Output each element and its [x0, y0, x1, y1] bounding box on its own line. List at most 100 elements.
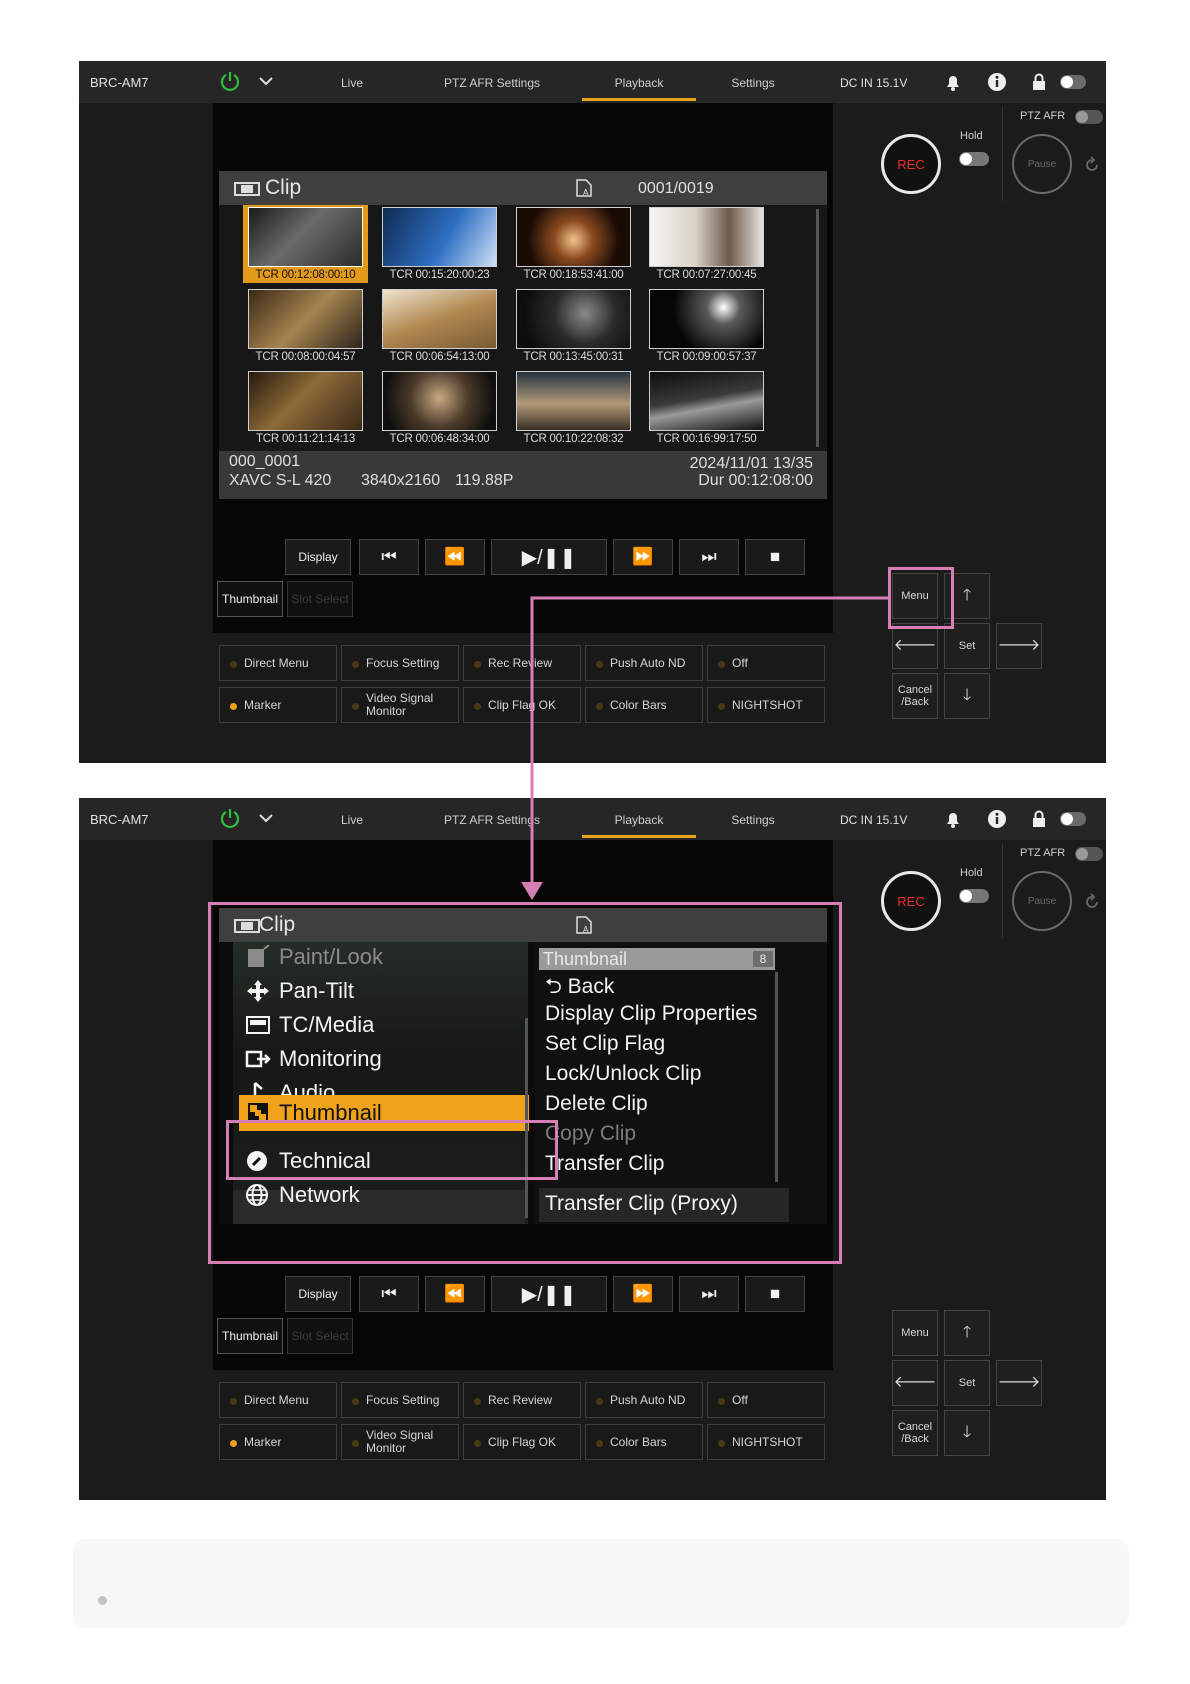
- play-pause-button[interactable]: ▶/❚❚: [491, 539, 607, 575]
- left-arrow-button[interactable]: 🡐: [892, 623, 938, 669]
- thumbnail-item[interactable]: TCR 00:13:45:00:31: [511, 287, 636, 365]
- status-dot: [596, 661, 603, 668]
- chevron-down-icon[interactable]: [257, 73, 275, 89]
- info-icon[interactable]: [987, 72, 1007, 92]
- function-button-nightshot[interactable]: NIGHTSHOT: [707, 687, 825, 723]
- thumbnail-item[interactable]: TCR 00:06:48:34:00: [377, 369, 502, 447]
- tab-ptz-afr-settings[interactable]: PTZ AFR Settings: [444, 813, 540, 827]
- refresh-icon[interactable]: [1082, 155, 1102, 175]
- right-arrow-button[interactable]: 🡒: [996, 1360, 1042, 1406]
- fast-forward-button[interactable]: ⏩: [613, 539, 673, 575]
- thumbnail-item[interactable]: TCR 00:08:00:04:57: [243, 287, 368, 365]
- thumbnail-item[interactable]: TCR 00:15:20:00:23: [377, 205, 502, 283]
- display-button[interactable]: Display: [285, 1276, 351, 1312]
- tab-playback[interactable]: Playback: [615, 813, 664, 827]
- function-button-clip-flag-ok[interactable]: Clip Flag OK: [463, 687, 581, 723]
- rewind-button[interactable]: ⏪: [425, 539, 485, 575]
- function-button-marker[interactable]: Marker: [219, 687, 337, 723]
- thumbnail-button[interactable]: Thumbnail: [217, 581, 283, 617]
- skip-next-button[interactable]: ⏭: [679, 1276, 739, 1312]
- stop-button[interactable]: ■: [745, 1276, 805, 1312]
- cancel-back-button[interactable]: Cancel /Back: [892, 1410, 938, 1456]
- menu-button[interactable]: Menu: [892, 1310, 938, 1356]
- thumbnail-grid: TCR 00:12:08:00:10 TCR 00:15:20:00:23 TC…: [219, 205, 827, 451]
- right-arrow-button[interactable]: 🡒: [996, 623, 1042, 669]
- function-button-push-auto-nd[interactable]: Push Auto ND: [585, 645, 703, 681]
- slot-select-button[interactable]: Slot Select: [287, 1318, 353, 1354]
- rec-button[interactable]: REC: [881, 871, 941, 931]
- left-arrow-button[interactable]: 🡐: [892, 1360, 938, 1406]
- thumbnail-item[interactable]: TCR 00:09:00:57:37: [644, 287, 769, 365]
- set-button[interactable]: Set: [944, 1360, 990, 1406]
- top-bar: BRC-AM7 Live PTZ AFR Settings Playback S…: [79, 798, 1106, 840]
- tab-ptz-afr-settings[interactable]: PTZ AFR Settings: [444, 76, 540, 90]
- pause-button[interactable]: Pause: [1012, 134, 1072, 194]
- rewind-button[interactable]: ⏪: [425, 1276, 485, 1312]
- stop-button[interactable]: ■: [745, 539, 805, 575]
- function-button-video-signal-monitor[interactable]: Video Signal Monitor: [341, 687, 459, 723]
- thumbnail-item[interactable]: TCR 00:16:99:17:50: [644, 369, 769, 447]
- thumbnail-item[interactable]: TCR 00:06:54:13:00: [377, 287, 502, 365]
- function-button-push-auto-nd[interactable]: Push Auto ND: [585, 1382, 703, 1418]
- function-button-video-signal-monitor[interactable]: Video Signal Monitor: [341, 1424, 459, 1460]
- function-button-nightshot[interactable]: NIGHTSHOT: [707, 1424, 825, 1460]
- hold-toggle[interactable]: [959, 889, 989, 903]
- bell-icon[interactable]: [943, 809, 963, 829]
- slot-select-button[interactable]: Slot Select: [287, 581, 353, 617]
- hold-toggle[interactable]: [959, 152, 989, 166]
- skip-previous-button[interactable]: ⏮: [359, 1276, 419, 1312]
- rec-button[interactable]: REC: [881, 134, 941, 194]
- up-arrow-button[interactable]: 🡑: [944, 1310, 990, 1356]
- status-dot: [474, 1440, 481, 1447]
- lock-toggle[interactable]: [1060, 75, 1086, 89]
- thumbnail-scrollbar[interactable]: [816, 209, 819, 447]
- bell-icon[interactable]: [943, 72, 963, 92]
- display-button[interactable]: Display: [285, 539, 351, 575]
- tab-settings[interactable]: Settings: [731, 813, 774, 827]
- timecode-label: TCR 00:09:00:57:37: [656, 351, 757, 363]
- tab-live[interactable]: Live: [341, 813, 363, 827]
- tab-settings[interactable]: Settings: [731, 76, 774, 90]
- set-button[interactable]: Set: [944, 623, 990, 669]
- thumbnail-item[interactable]: TCR 00:18:53:41:00: [511, 205, 636, 283]
- function-button-marker[interactable]: Marker: [219, 1424, 337, 1460]
- down-arrow-button[interactable]: 🡓: [944, 1410, 990, 1456]
- lock-icon[interactable]: [1029, 72, 1049, 92]
- tab-live[interactable]: Live: [341, 76, 363, 90]
- function-button-focus-setting[interactable]: Focus Setting: [341, 1382, 459, 1418]
- function-button-off[interactable]: Off: [707, 1382, 825, 1418]
- function-button-direct-menu[interactable]: Direct Menu: [219, 1382, 337, 1418]
- power-icon[interactable]: [219, 70, 241, 92]
- info-icon[interactable]: [987, 809, 1007, 829]
- refresh-icon[interactable]: [1082, 892, 1102, 912]
- play-pause-button[interactable]: ▶/❚❚: [491, 1276, 607, 1312]
- thumbnail-button[interactable]: Thumbnail: [217, 1318, 283, 1354]
- ptz-afr-toggle[interactable]: [1075, 110, 1103, 124]
- pause-button[interactable]: Pause: [1012, 871, 1072, 931]
- skip-next-button[interactable]: ⏭: [679, 539, 739, 575]
- tab-playback[interactable]: Playback: [615, 76, 664, 90]
- cancel-back-button[interactable]: Cancel /Back: [892, 673, 938, 719]
- function-button-clip-flag-ok[interactable]: Clip Flag OK: [463, 1424, 581, 1460]
- thumbnail-item[interactable]: TCR 00:10:22:08:32: [511, 369, 636, 447]
- thumbnail-item[interactable]: TCR 00:12:08:00:10: [243, 205, 368, 283]
- ptz-afr-toggle[interactable]: [1075, 847, 1103, 861]
- hold-label: Hold: [960, 867, 983, 879]
- function-button-focus-setting[interactable]: Focus Setting: [341, 645, 459, 681]
- thumbnail-item[interactable]: TCR 00:07:27:00:45: [644, 205, 769, 283]
- chevron-down-icon[interactable]: [257, 810, 275, 826]
- down-arrow-button[interactable]: 🡓: [944, 673, 990, 719]
- power-icon[interactable]: [219, 807, 241, 829]
- thumbnail-item[interactable]: TCR 00:11:21:14:13: [243, 369, 368, 447]
- lock-toggle[interactable]: [1060, 812, 1086, 826]
- lock-icon[interactable]: [1029, 809, 1049, 829]
- function-button-rec-review[interactable]: Rec Review: [463, 645, 581, 681]
- function-button-color-bars[interactable]: Color Bars: [585, 687, 703, 723]
- function-button-rec-review[interactable]: Rec Review: [463, 1382, 581, 1418]
- bullet-dot: [98, 1596, 107, 1605]
- function-button-off[interactable]: Off: [707, 645, 825, 681]
- fast-forward-button[interactable]: ⏩: [613, 1276, 673, 1312]
- function-button-direct-menu[interactable]: Direct Menu: [219, 645, 337, 681]
- function-button-color-bars[interactable]: Color Bars: [585, 1424, 703, 1460]
- skip-previous-button[interactable]: ⏮: [359, 539, 419, 575]
